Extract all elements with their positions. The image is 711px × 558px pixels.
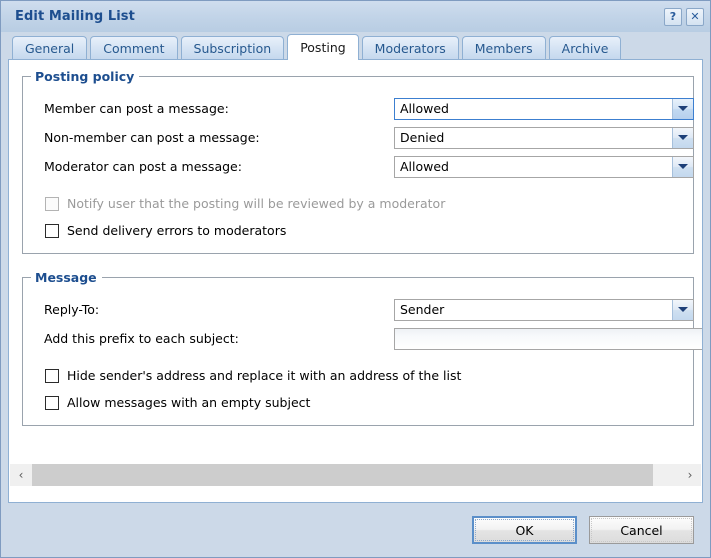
title-bar: Edit Mailing List ? ✕ bbox=[1, 1, 710, 32]
tab-posting[interactable]: Posting bbox=[287, 34, 359, 60]
message-legend: Message bbox=[35, 270, 97, 285]
tab-content-panel: Posting policy Member can post a message… bbox=[8, 59, 703, 503]
empty-subject-label: Allow messages with an empty subject bbox=[67, 395, 311, 410]
tab-general[interactable]: General bbox=[12, 36, 88, 60]
message-body: Reply-To: Sender Add this prefix to each… bbox=[23, 291, 702, 416]
delivery-errors-checkbox[interactable] bbox=[45, 223, 59, 238]
empty-subject-row[interactable]: Allow messages with an empty subject bbox=[23, 389, 693, 416]
window-title: Edit Mailing List bbox=[15, 9, 135, 24]
chevron-down-icon[interactable] bbox=[672, 156, 693, 177]
hide-sender-checkbox[interactable] bbox=[45, 368, 59, 383]
notify-user-checkbox bbox=[45, 196, 59, 211]
nonmember-post-label: Non-member can post a message: bbox=[44, 130, 260, 145]
delivery-errors-label: Send delivery errors to moderators bbox=[67, 223, 287, 238]
tab-subscription[interactable]: Subscription bbox=[180, 36, 285, 60]
hide-sender-row[interactable]: Hide sender's address and replace it wit… bbox=[23, 362, 693, 389]
posting-policy-group: Posting policy Member can post a message… bbox=[22, 69, 694, 254]
message-group: Message Reply-To: Sender Add this prefix… bbox=[22, 270, 702, 426]
member-post-select[interactable]: Allowed bbox=[394, 97, 694, 120]
nonmember-post-row: Non-member can post a message: Denied bbox=[23, 123, 694, 152]
tab-content-scroll-area: Posting policy Member can post a message… bbox=[9, 60, 702, 460]
reply-to-value: Sender bbox=[400, 302, 445, 317]
notify-user-label: Notify user that the posting will be rev… bbox=[67, 196, 446, 211]
notify-user-row[interactable]: Notify user that the posting will be rev… bbox=[23, 190, 693, 217]
ok-button[interactable]: OK bbox=[472, 516, 577, 544]
subject-prefix-input[interactable] bbox=[394, 327, 702, 350]
help-icon[interactable]: ? bbox=[664, 7, 682, 26]
edit-mailing-list-dialog: Edit Mailing List ? ✕ General Comment Su… bbox=[0, 0, 711, 558]
tab-strip: General Comment Subscription Posting Mod… bbox=[1, 32, 710, 60]
chevron-down-icon[interactable] bbox=[672, 127, 693, 148]
horizontal-scrollbar[interactable]: ‹ › bbox=[10, 464, 701, 486]
empty-subject-checkbox[interactable] bbox=[45, 395, 59, 410]
hide-sender-label: Hide sender's address and replace it wit… bbox=[67, 368, 462, 383]
subject-prefix-row: Add this prefix to each subject: bbox=[23, 324, 702, 353]
member-post-value: Allowed bbox=[400, 101, 449, 116]
reply-to-select[interactable]: Sender bbox=[394, 298, 694, 321]
scroll-right-icon[interactable]: › bbox=[679, 464, 701, 486]
tab-moderators[interactable]: Moderators bbox=[361, 36, 459, 60]
chevron-down-icon[interactable] bbox=[672, 299, 693, 320]
title-bar-buttons: ? ✕ bbox=[664, 7, 704, 26]
tab-archive[interactable]: Archive bbox=[548, 36, 622, 60]
close-icon[interactable]: ✕ bbox=[686, 7, 704, 26]
chevron-down-icon[interactable] bbox=[672, 98, 693, 119]
posting-policy-legend: Posting policy bbox=[35, 69, 135, 84]
nonmember-post-value: Denied bbox=[400, 130, 445, 145]
nonmember-post-select[interactable]: Denied bbox=[394, 126, 694, 149]
dialog-footer: OK Cancel bbox=[1, 503, 710, 557]
reply-to-label: Reply-To: bbox=[44, 302, 100, 317]
scrollbar-track[interactable] bbox=[32, 464, 679, 486]
tab-members[interactable]: Members bbox=[461, 36, 546, 60]
cancel-button[interactable]: Cancel bbox=[589, 516, 694, 544]
moderator-post-row: Moderator can post a message: Allowed bbox=[23, 152, 694, 181]
posting-policy-body: Member can post a message: Allowed Non-m… bbox=[23, 90, 694, 244]
scrollbar-thumb[interactable] bbox=[32, 464, 654, 486]
member-post-row: Member can post a message: Allowed bbox=[23, 94, 694, 123]
moderator-post-select[interactable]: Allowed bbox=[394, 155, 694, 178]
moderator-post-label: Moderator can post a message: bbox=[44, 159, 242, 174]
delivery-errors-row[interactable]: Send delivery errors to moderators bbox=[23, 217, 693, 244]
tab-comment[interactable]: Comment bbox=[90, 36, 178, 60]
member-post-label: Member can post a message: bbox=[44, 101, 229, 116]
subject-prefix-label: Add this prefix to each subject: bbox=[44, 331, 239, 346]
scroll-left-icon[interactable]: ‹ bbox=[10, 464, 32, 486]
reply-to-row: Reply-To: Sender bbox=[23, 295, 694, 324]
moderator-post-value: Allowed bbox=[400, 159, 449, 174]
